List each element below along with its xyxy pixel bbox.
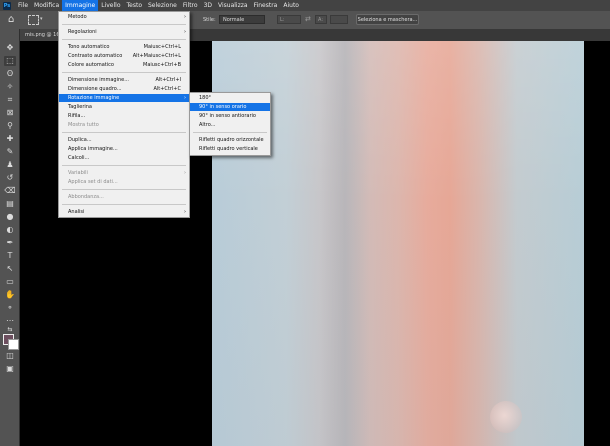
menu-item-applica-immagine[interactable]: Applica immagine... xyxy=(59,145,189,153)
move-tool-icon[interactable]: ✥ xyxy=(4,43,16,53)
height-label: A: xyxy=(315,15,327,24)
lasso-tool-icon[interactable]: ʘ xyxy=(4,69,16,79)
menu-separator xyxy=(62,39,186,40)
path-selection-icon[interactable]: ↖ xyxy=(4,264,16,274)
menu-item-taglierina[interactable]: Taglierina xyxy=(59,103,189,111)
menu-item-metodo[interactable]: Metodo › xyxy=(59,13,189,21)
hand-tool-icon[interactable]: ✋ xyxy=(4,290,16,300)
menu-aiuto[interactable]: Aiuto xyxy=(280,0,302,11)
brush-tool-icon[interactable]: ✎ xyxy=(4,147,16,157)
menu-item-dimensione-immagine[interactable]: Dimensione immagine... Alt+Ctrl+I xyxy=(59,76,189,84)
menu-separator xyxy=(62,204,186,205)
menu-selezione[interactable]: Selezione xyxy=(145,0,180,11)
style-select[interactable]: Normale xyxy=(219,15,265,24)
menu-separator xyxy=(62,72,186,73)
menu-filtro[interactable]: Filtro xyxy=(180,0,201,11)
rectangular-marquee-icon[interactable] xyxy=(28,15,39,25)
submenu-arrow-icon: › xyxy=(184,14,186,20)
submenu-item-rifletti-orizzontale[interactable]: Rifletti quadro orizzontale xyxy=(190,136,270,144)
background-color-swatch[interactable] xyxy=(8,339,19,350)
screen-mode-icon[interactable]: ▣ xyxy=(4,364,16,374)
menu-separator xyxy=(62,132,186,133)
menu-item-rotazione-immagine[interactable]: Rotazione immagine › xyxy=(59,94,189,102)
select-and-mask-button[interactable]: Seleziona e maschera... xyxy=(356,14,419,25)
submenu-item-rifletti-verticale[interactable]: Rifletti quadro verticale xyxy=(190,145,270,153)
menu-item-analisi[interactable]: Analisi › xyxy=(59,208,189,216)
blur-tool-icon[interactable]: ● xyxy=(4,212,16,222)
swap-icon[interactable]: ⇄ xyxy=(305,15,311,23)
dodge-tool-icon[interactable]: ◐ xyxy=(4,225,16,235)
healing-brush-icon[interactable]: ✚ xyxy=(4,134,16,144)
menu-item-tono-automatico[interactable]: Tono automatico Maiusc+Ctrl+L xyxy=(59,43,189,51)
crop-tool-icon[interactable]: ⌗ xyxy=(4,95,16,105)
pen-tool-icon[interactable]: ✒ xyxy=(4,238,16,248)
image-streak xyxy=(320,41,370,446)
clone-stamp-icon[interactable]: ♟ xyxy=(4,160,16,170)
submenu-arrow-icon: › xyxy=(184,29,186,35)
home-icon[interactable]: ⌂ xyxy=(8,14,20,26)
submenu-item-90-antiorario[interactable]: 90° in senso antiorario xyxy=(190,112,270,120)
photoshop-logo-icon: Ps xyxy=(3,1,11,10)
history-brush-icon[interactable]: ↺ xyxy=(4,173,16,183)
menu-separator xyxy=(193,132,267,133)
menu-separator xyxy=(62,189,186,190)
menu-item-mostra-tutto: Mostra tutto xyxy=(68,122,99,128)
menu-item-dimensione-quadro[interactable]: Dimensione quadro... Alt+Ctrl+C xyxy=(59,85,189,93)
menu-modifica[interactable]: Modifica xyxy=(31,0,62,11)
type-tool-icon[interactable]: T xyxy=(4,251,16,261)
quick-mask-icon[interactable]: ◫ xyxy=(4,351,16,361)
submenu-arrow-icon: › xyxy=(184,170,186,176)
magic-wand-icon[interactable]: ✧ xyxy=(4,82,16,92)
image-moon xyxy=(490,401,522,433)
menu-visualizza[interactable]: Visualizza xyxy=(215,0,251,11)
menu-item-contrasto-automatico[interactable]: Contrasto automatico Alt+Maiusc+Ctrl+L xyxy=(59,52,189,60)
menu-bar: Ps File Modifica Immagine Livello Testo … xyxy=(0,0,610,11)
submenu-item-90-orario[interactable]: 90° in senso orario xyxy=(190,103,270,111)
menu-3d[interactable]: 3D xyxy=(201,0,215,11)
menu-item-abbondanza: Abbondanza... xyxy=(68,194,104,200)
menu-item-colore-automatico[interactable]: Colore automatico Maiusc+Ctrl+B xyxy=(59,61,189,69)
marquee-tool-icon[interactable]: ⬚ xyxy=(4,56,16,66)
menu-item-calcoli[interactable]: Calcoli... xyxy=(59,154,189,162)
menu-finestra[interactable]: Finestra xyxy=(251,0,281,11)
menu-item-applica-set-dati: Applica set di dati... xyxy=(68,179,118,185)
submenu-item-180[interactable]: 180° xyxy=(190,94,270,102)
menu-file[interactable]: File xyxy=(15,0,31,11)
rotazione-submenu: 180° 90° in senso orario 90° in senso an… xyxy=(189,92,271,156)
menu-separator xyxy=(62,165,186,166)
width-input[interactable]: L: xyxy=(277,15,301,24)
zoom-tool-icon[interactable]: ⚬ xyxy=(4,303,16,313)
frame-tool-icon[interactable]: ⊠ xyxy=(4,108,16,118)
submenu-item-altro[interactable]: Altro... xyxy=(190,121,270,129)
tools-panel: ✥ ⬚ ʘ ✧ ⌗ ⊠ ⚲ ✚ ✎ ♟ ↺ ⌫ ▤ ● ◐ ✒ T ↖ ▭ ✋ … xyxy=(0,29,20,446)
height-input[interactable] xyxy=(330,15,348,24)
menu-item-regolazioni[interactable]: Regolazioni › xyxy=(59,28,189,36)
menu-item-rifila[interactable]: Rifila... xyxy=(59,112,189,120)
submenu-arrow-icon: › xyxy=(184,95,186,101)
immagine-dropdown-menu: Metodo › Regolazioni › Tono automatico Maiu… xyxy=(58,11,190,218)
style-label: Stile: xyxy=(203,17,216,23)
shape-tool-icon[interactable]: ▭ xyxy=(4,277,16,287)
menu-item-duplica[interactable]: Duplica... xyxy=(59,136,189,144)
eyedropper-icon[interactable]: ⚲ xyxy=(4,121,16,131)
menu-immagine[interactable]: Immagine xyxy=(62,0,99,11)
menu-livello[interactable]: Livello xyxy=(98,0,123,11)
menu-item-variabili: Variabili › xyxy=(68,170,186,176)
submenu-arrow-icon: › xyxy=(184,209,186,215)
chevron-down-icon[interactable]: ▾ xyxy=(40,16,43,22)
eraser-tool-icon[interactable]: ⌫ xyxy=(4,186,16,196)
gradient-tool-icon[interactable]: ▤ xyxy=(4,199,16,209)
menu-separator xyxy=(62,24,186,25)
menu-testo[interactable]: Testo xyxy=(124,0,146,11)
